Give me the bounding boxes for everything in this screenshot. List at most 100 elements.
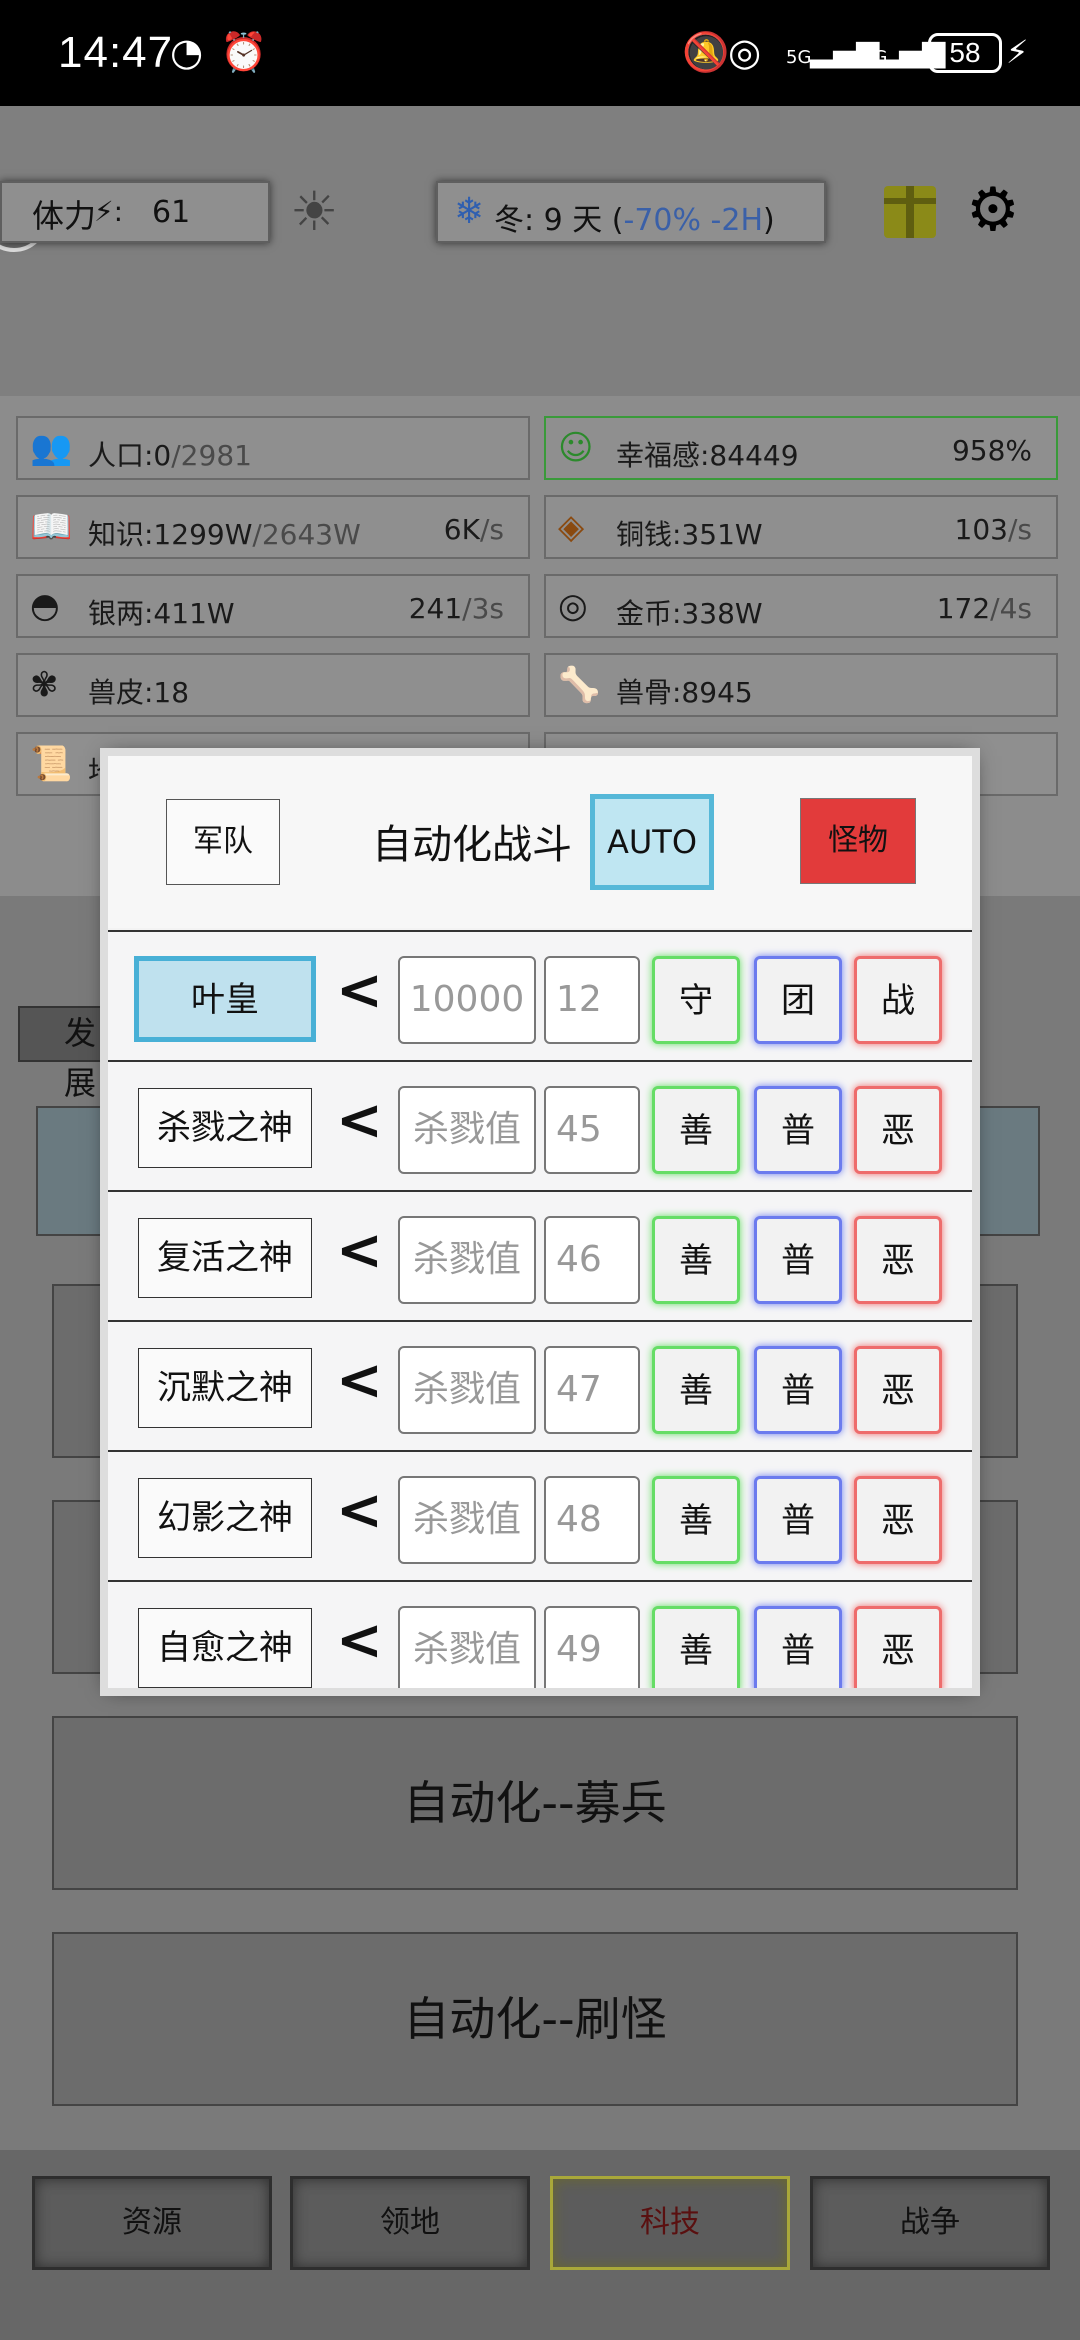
scroll-icon: 📜 [30, 744, 73, 784]
nav-territory[interactable]: 领地 [290, 2176, 530, 2270]
dialog-title: 自动化战斗 [372, 822, 572, 868]
battle-row: 杀戮之神 < 杀戮值 45 善 普 恶 [108, 1060, 972, 1190]
good-button[interactable]: 善 [652, 1476, 740, 1564]
level-input[interactable]: 12 [544, 956, 640, 1044]
resource-unit: /3s [462, 592, 504, 625]
god-select-button[interactable]: 杀戮之神 [138, 1088, 312, 1168]
auto-recruit-button[interactable]: 自动化--募兵 [52, 1716, 1018, 1890]
fight-button[interactable]: 战 [854, 956, 942, 1044]
auto-battle-dialog: 军队 自动化战斗 AUTO 怪物 叶皇 < 10000 12 守 团 战 杀戮之… [108, 756, 972, 1688]
resource-unit: /4s [990, 592, 1032, 625]
resource-name: 兽皮:18 [88, 676, 190, 709]
normal-button[interactable]: 普 [754, 1476, 842, 1564]
kill-value-input[interactable]: 杀戮值 [398, 1216, 536, 1304]
smile-icon: ☺ [558, 428, 594, 468]
god-select-button[interactable]: 复活之神 [138, 1218, 312, 1298]
kill-value-input[interactable]: 杀戮值 [398, 1086, 536, 1174]
level-input[interactable]: 48 [544, 1476, 640, 1564]
monster-button[interactable]: 怪物 [800, 798, 916, 884]
evil-button[interactable]: 恶 [854, 1086, 942, 1174]
clock: 14:47 [58, 28, 174, 77]
stamina-label: 体力 [32, 197, 97, 235]
nav-war[interactable]: 战争 [810, 2176, 1050, 2270]
nav-resources[interactable]: 资源 [32, 2176, 272, 2270]
resource-rate: 241 [408, 592, 463, 625]
battle-row-leader: 叶皇 < 10000 12 守 团 战 [108, 930, 972, 1060]
people-icon: 👥 [30, 428, 73, 468]
resource-name: 银两:411W [88, 597, 235, 630]
kill-value-input[interactable]: 杀戮值 [398, 1346, 536, 1434]
god-select-button[interactable]: 沉默之神 [138, 1348, 312, 1428]
kill-value-input[interactable]: 杀戮值 [398, 1476, 536, 1564]
battle-row: 复活之神 < 杀戮值 46 善 普 恶 [108, 1190, 972, 1320]
evil-button[interactable]: 恶 [854, 1476, 942, 1564]
mute-icon: 🔕 [682, 30, 730, 74]
resource-unit: /s [1007, 513, 1032, 546]
less-than-icon: < [336, 1608, 383, 1673]
god-select-button[interactable]: 自愈之神 [138, 1608, 312, 1688]
silver-ingot-icon: ◓ [30, 586, 60, 626]
less-than-icon: < [336, 1088, 383, 1153]
gift-icon[interactable] [884, 186, 936, 238]
defend-button[interactable]: 守 [652, 956, 740, 1044]
dialog-header: 军队 自动化战斗 AUTO 怪物 [108, 756, 972, 928]
season-close: ) [763, 203, 775, 238]
group-button[interactable]: 团 [754, 956, 842, 1044]
snowflake-icon: ❄ [454, 191, 485, 232]
stamina-panel: 体力 ⚡: 61 [0, 181, 270, 243]
level-input[interactable]: 45 [544, 1086, 640, 1174]
resource-name: 幸福感:84449 [616, 439, 799, 472]
level-input[interactable]: 47 [544, 1346, 640, 1434]
good-button[interactable]: 善 [652, 1086, 740, 1174]
leader-select-button[interactable]: 叶皇 [134, 956, 316, 1042]
good-button[interactable]: 善 [652, 1216, 740, 1304]
hotspot-icon: ◎ [728, 30, 762, 74]
resource-max: /2981 [171, 439, 252, 472]
gear-icon[interactable]: ⚙ [966, 178, 1020, 242]
battery-indicator: 58 [928, 33, 1002, 73]
lightning-icon: ⚡: [94, 195, 124, 228]
kill-value-input[interactable]: 杀戮值 [398, 1606, 536, 1688]
bone-icon: 🦴 [558, 665, 601, 705]
evil-button[interactable]: 恶 [854, 1216, 942, 1304]
resource-name: 铜钱:351W [616, 518, 763, 551]
god-select-button[interactable]: 幻影之神 [138, 1478, 312, 1558]
resource-population: 👥 人口:0/2981 [16, 416, 530, 480]
resource-gold: ◎ 金币:338W 172/4s [544, 574, 1058, 638]
resource-name: 金币:338W [616, 597, 763, 630]
resource-name: 知识:1299W [88, 518, 253, 551]
normal-button[interactable]: 普 [754, 1346, 842, 1434]
resource-hide: ✾ 兽皮:18 [16, 653, 530, 717]
gold-coin-icon: ◎ [558, 586, 588, 626]
resource-name: 兽骨:8945 [616, 676, 753, 709]
normal-button[interactable]: 普 [754, 1216, 842, 1304]
resource-copper: ◈ 铜钱:351W 103/s [544, 495, 1058, 559]
normal-button[interactable]: 普 [754, 1606, 842, 1688]
less-than-icon: < [336, 1348, 383, 1413]
level-input[interactable]: 49 [544, 1606, 640, 1688]
speedometer-icon: ◔ [170, 30, 204, 74]
good-button[interactable]: 善 [652, 1346, 740, 1434]
signal-5g-icon: 5G [786, 47, 812, 68]
season-panel: ❄ 冬: 9 天 (-70% -2H) [436, 181, 826, 243]
resource-knowledge: 📖 知识:1299W/2643W 6K/s [16, 495, 530, 559]
hide-icon: ✾ [30, 665, 59, 705]
alarm-icon: ⏰ [220, 30, 268, 74]
resource-happiness: ☺ 幸福感:84449 958% [544, 416, 1058, 480]
copper-coin-icon: ◈ [558, 507, 585, 547]
army-button[interactable]: 军队 [166, 799, 280, 885]
evil-button[interactable]: 恶 [854, 1346, 942, 1434]
battle-row: 幻影之神 < 杀戮值 48 善 普 恶 [108, 1450, 972, 1580]
resource-rate: 6K [443, 513, 480, 546]
auto-monster-button[interactable]: 自动化--刷怪 [52, 1932, 1018, 2106]
good-button[interactable]: 善 [652, 1606, 740, 1688]
nav-tech[interactable]: 科技 [550, 2176, 790, 2270]
threshold-input[interactable]: 10000 [398, 956, 536, 1044]
less-than-icon: < [336, 1218, 383, 1283]
auto-button[interactable]: AUTO [590, 794, 714, 890]
evil-button[interactable]: 恶 [854, 1606, 942, 1688]
resource-name: 人口:0 [88, 439, 172, 472]
bottom-nav: 资源 领地 科技 战争 [0, 2150, 1080, 2340]
level-input[interactable]: 46 [544, 1216, 640, 1304]
normal-button[interactable]: 普 [754, 1086, 842, 1174]
